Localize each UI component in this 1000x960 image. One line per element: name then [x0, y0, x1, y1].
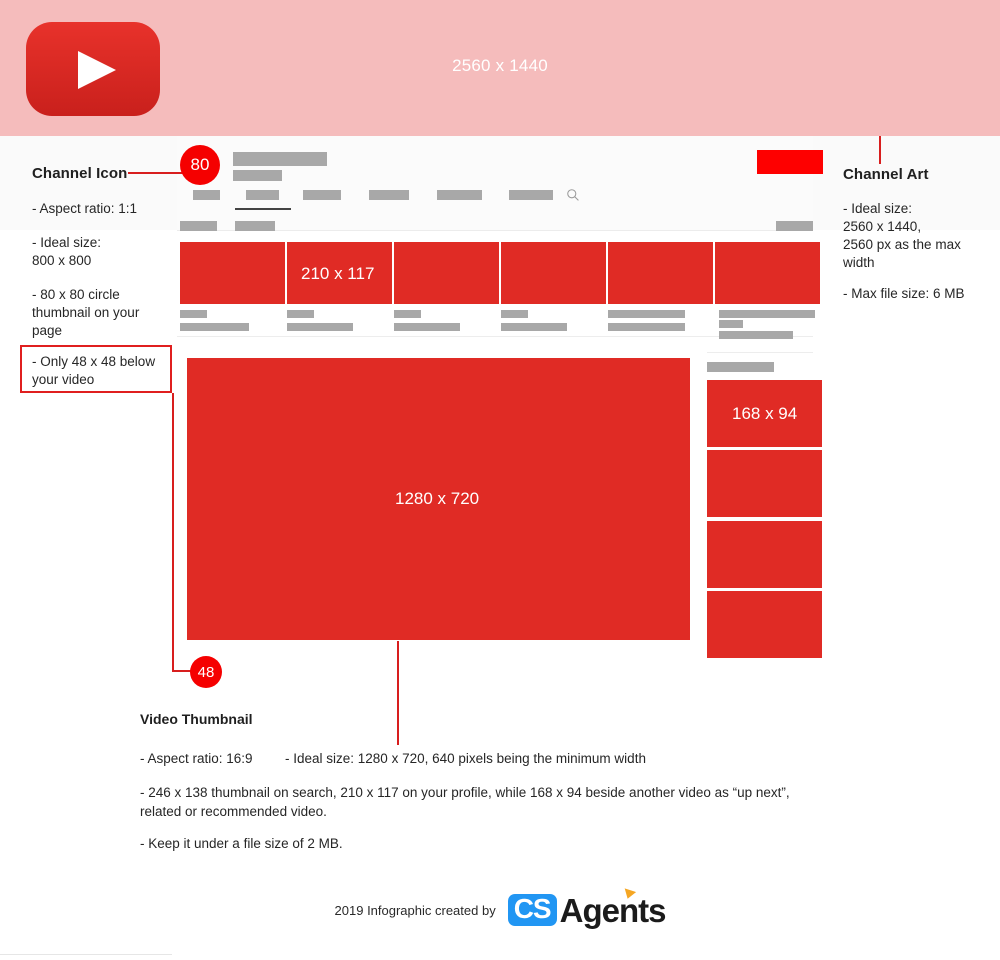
profile-thumbnail-6[interactable] — [715, 242, 820, 304]
csagents-logo: CS Agents — [507, 887, 667, 929]
mock-section-label-2 — [235, 221, 275, 231]
channel-handle-placeholder — [233, 170, 282, 181]
profile-thumb-6-subtitle — [719, 320, 743, 328]
mock-tab-3[interactable] — [303, 190, 341, 200]
profile-thumb-1-title — [180, 310, 207, 318]
video-thumbnail-aspect: - Aspect ratio: 16:9 — [140, 751, 253, 766]
upnext-thumbnail-size-label: 168 x 94 — [732, 404, 798, 423]
profile-thumb-1-meta — [180, 323, 249, 331]
mock-tab-4[interactable] — [369, 190, 409, 200]
search-icon[interactable] — [566, 188, 580, 202]
channel-icon-connector-line — [128, 172, 184, 174]
mock-active-tab-underline — [235, 208, 291, 210]
channel-icon-heading: Channel Icon — [32, 165, 128, 182]
upnext-thumbnail-2[interactable] — [707, 450, 822, 517]
profile-thumb-5-meta — [608, 323, 685, 331]
banner-size-label: 2560 x 1440 — [452, 56, 548, 75]
mock-channel-header — [177, 136, 813, 231]
mock-tab-2[interactable] — [246, 190, 279, 200]
channel-art-line-2: - Max file size: 6 MB — [843, 286, 965, 301]
profile-thumbnail-3[interactable] — [394, 242, 499, 304]
badge-48: 48 — [190, 656, 222, 688]
profile-thumb-4-title — [501, 310, 528, 318]
channel-art-connector-line — [879, 136, 881, 164]
profile-thumb-5-title — [608, 310, 685, 318]
profile-thumbnail-4[interactable] — [501, 242, 606, 304]
upnext-section-label — [707, 362, 774, 372]
footer: 2019 Infographic created by CS Agents — [0, 880, 1000, 940]
mock-divider-1 — [177, 336, 813, 337]
subscribe-button[interactable] — [757, 150, 823, 174]
profile-thumbnail-1[interactable] — [180, 242, 285, 304]
profile-thumbnail-5[interactable] — [608, 242, 713, 304]
channel-icon-line-1: - Aspect ratio: 1:1 — [32, 201, 138, 216]
video-thumbnail-sizes: - 246 x 138 thumbnail on search, 210 x 1… — [140, 785, 790, 819]
mock-tab-6[interactable] — [509, 190, 553, 200]
badge-48-connector-vertical — [172, 393, 174, 671]
channel-art-line-1: - Ideal size: 2560 x 1440, 2560 px as th… — [843, 201, 961, 270]
video-thumbnail-ideal-size: - Ideal size: 1280 x 720, 640 pixels bei… — [285, 751, 646, 766]
mock-section-label-1 — [180, 221, 217, 231]
channel-icon-highlight-text: - Only 48 x 48 below your video — [32, 354, 156, 387]
channel-icon-line-2: - Ideal size: 800 x 800 — [32, 235, 102, 268]
profile-thumb-4-meta — [501, 323, 567, 331]
mock-section-action[interactable] — [776, 221, 813, 231]
upnext-thumbnail-3[interactable] — [707, 521, 822, 588]
logo-agents-wordmark: Agents — [559, 887, 667, 929]
video-thumbnail-connector-line — [397, 641, 399, 745]
footer-rule — [0, 954, 172, 955]
profile-thumb-3-title — [394, 310, 421, 318]
mock-divider-2 — [707, 352, 813, 353]
upnext-thumbnail-4[interactable] — [707, 591, 822, 658]
badge-80: 80 — [180, 145, 220, 185]
video-thumbnail-filesize: - Keep it under a file size of 2 MB. — [140, 836, 343, 851]
footer-credit: 2019 Infographic created by — [334, 902, 496, 918]
profile-thumbnail-size-label: 210 x 117 — [301, 264, 375, 283]
video-player-size-label: 1280 x 720 — [395, 489, 480, 508]
infographic-canvas: 2560 x 1440 210 x 117 1280 x 720 168 x 9… — [0, 0, 1000, 960]
channel-name-placeholder — [233, 152, 327, 166]
profile-thumb-2-title — [287, 310, 314, 318]
logo-agents-text: Agents — [559, 891, 667, 929]
channel-art-banner: 2560 x 1440 — [0, 0, 1000, 136]
channel-art-heading: Channel Art — [843, 166, 929, 183]
profile-thumb-2-meta — [287, 323, 353, 331]
channel-icon-line-3: - 80 x 80 circle thumbnail on your page — [32, 287, 140, 338]
logo-cs-mark: CS — [507, 894, 557, 926]
profile-thumb-6-title — [719, 310, 815, 318]
profile-thumb-6-meta — [719, 331, 793, 339]
mock-tab-1[interactable] — [193, 190, 220, 200]
mock-tab-5[interactable] — [437, 190, 482, 200]
profile-thumb-3-meta — [394, 323, 460, 331]
video-thumbnail-heading: Video Thumbnail — [140, 711, 253, 727]
